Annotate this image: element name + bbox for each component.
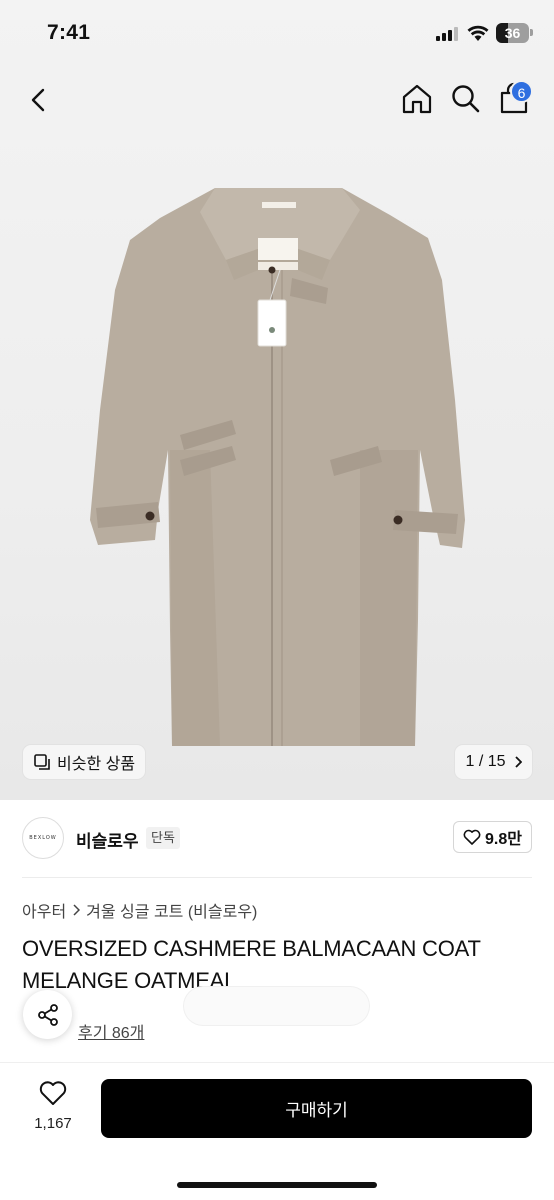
share-button[interactable] — [23, 990, 72, 1039]
product-image[interactable] — [60, 150, 494, 750]
back-button[interactable] — [26, 84, 52, 116]
heart-icon — [463, 829, 481, 845]
battery-level: 36 — [504, 25, 521, 41]
copy-icon — [34, 754, 50, 770]
heart-icon — [39, 1081, 67, 1105]
home-indicator — [177, 1182, 377, 1188]
buy-button[interactable]: 구매하기 — [101, 1079, 532, 1138]
brand-like-button[interactable]: 9.8만 — [453, 821, 532, 853]
floating-pill — [184, 987, 369, 1025]
breadcrumb-subcategory[interactable]: 겨울 싱글 코트 (비슬로우) — [86, 898, 257, 922]
status-time: 7:41 — [47, 21, 91, 44]
wifi-icon — [467, 25, 489, 41]
review-link[interactable]: 후기 86개 — [78, 1019, 144, 1043]
search-icon[interactable] — [450, 82, 482, 116]
home-icon[interactable] — [400, 82, 434, 116]
exclusive-badge: 단독 — [146, 827, 180, 849]
breadcrumb: 아우터 겨울 싱글 코트 (비슬로우) — [22, 898, 257, 922]
brand-logo-text: BEXLOW — [29, 835, 57, 841]
divider — [22, 877, 532, 878]
brand-like-count: 9.8만 — [485, 831, 522, 848]
cart-count-badge: 6 — [510, 80, 533, 103]
similar-products-label: 비슷한 상품 — [57, 756, 136, 773]
status-bar: 7:41 36 — [0, 0, 554, 62]
battery-icon: 36 — [496, 23, 529, 43]
wishlist-count: 1,167 — [34, 1115, 72, 1132]
page-indicator-text: 1 / 15 — [465, 753, 506, 770]
wishlist-button[interactable]: 1,167 — [28, 1080, 78, 1132]
brand-logo[interactable]: BEXLOW — [22, 817, 64, 859]
similar-products-button[interactable]: 비슷한 상품 — [23, 745, 146, 779]
share-icon — [37, 1003, 58, 1026]
image-page-indicator[interactable]: 1 / 15 — [455, 745, 532, 779]
chevron-right-icon — [514, 756, 522, 768]
brand-name[interactable]: 비슬로우 — [76, 827, 139, 852]
breadcrumb-category[interactable]: 아우터 — [22, 898, 66, 922]
chevron-right-icon — [73, 904, 81, 916]
signal-icon — [436, 27, 458, 41]
